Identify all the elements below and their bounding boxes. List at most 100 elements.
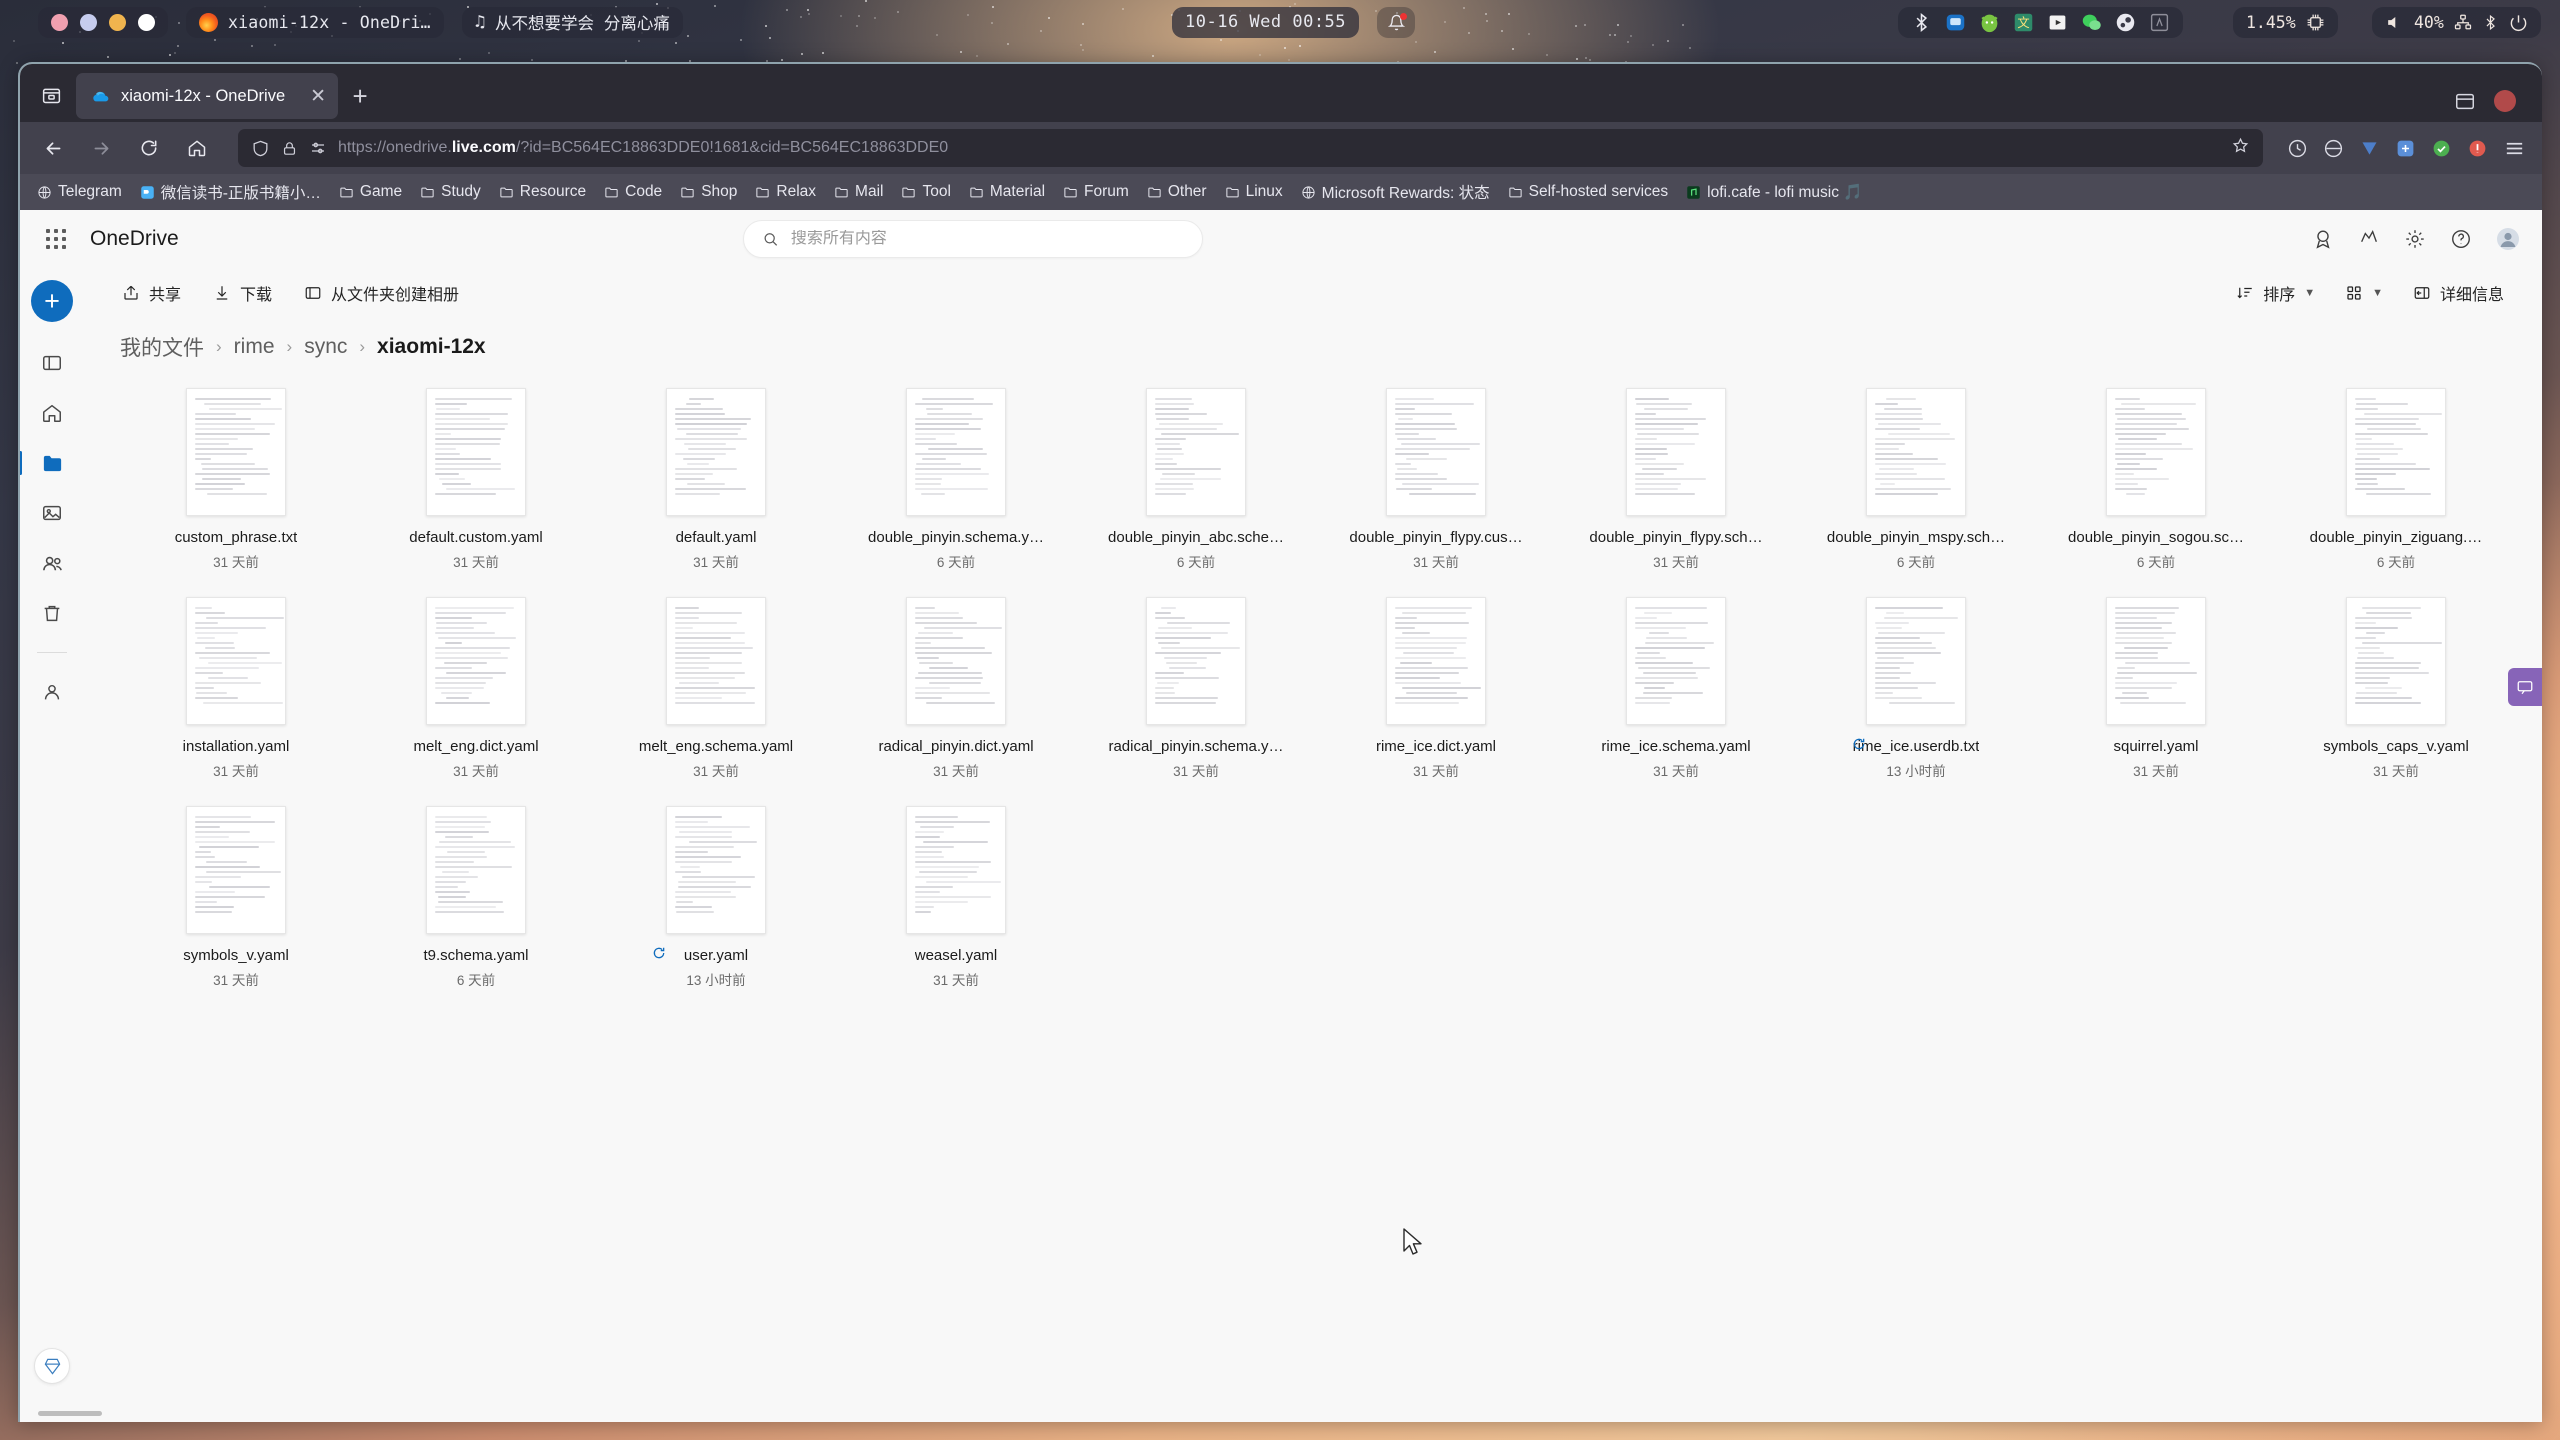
horizontal-scrollbar[interactable] xyxy=(38,1411,102,1416)
bookmark-star-button[interactable] xyxy=(2231,136,2250,160)
volume-icon[interactable] xyxy=(2385,13,2404,32)
new-item-button[interactable]: + xyxy=(31,280,73,322)
file-tile[interactable]: double_pinyin.schema.y… 6 天前 xyxy=(836,380,1076,581)
sidebar-item-people[interactable] xyxy=(31,675,73,709)
bookmark-item[interactable]: Tool xyxy=(894,180,957,204)
fcitx-cat-icon[interactable] xyxy=(1979,12,2000,33)
file-tile[interactable]: default.custom.yaml 31 天前 xyxy=(356,380,596,581)
onedrive-brand[interactable]: OneDrive xyxy=(90,227,179,251)
window-control-dots[interactable] xyxy=(51,13,155,31)
bookmark-item[interactable]: Material xyxy=(962,180,1052,204)
bookmark-item[interactable]: Study xyxy=(413,180,488,204)
breadcrumb-item[interactable]: rime xyxy=(234,335,275,359)
file-tile[interactable]: double_pinyin_sogou.sc… 6 天前 xyxy=(2036,380,2276,581)
sidebar-item-shared[interactable] xyxy=(31,546,73,580)
lock-icon[interactable] xyxy=(281,140,298,157)
new-tab-button[interactable]: + xyxy=(340,76,380,116)
sidebar-item-home[interactable] xyxy=(31,396,73,430)
shield-icon[interactable] xyxy=(251,139,270,158)
sidebar-item-my-files[interactable] xyxy=(20,446,73,480)
file-tile[interactable]: custom_phrase.txt 31 天前 xyxy=(116,380,356,581)
file-tile[interactable]: user.yaml 13 小时前 xyxy=(596,798,836,999)
storage-gem-button[interactable] xyxy=(34,1348,70,1384)
sidebar-item-recycle-bin[interactable] xyxy=(31,596,73,630)
bookmark-item[interactable]: Linux xyxy=(1218,180,1290,204)
file-tile[interactable]: t9.schema.yaml 6 天前 xyxy=(356,798,596,999)
app-launcher-button[interactable] xyxy=(42,225,70,253)
view-switch-button[interactable]: ▼ xyxy=(2333,277,2395,309)
sidebar-item-toggle-nav[interactable] xyxy=(31,346,73,380)
window-controls[interactable] xyxy=(38,6,168,38)
bluetooth-icon[interactable] xyxy=(1911,12,1932,33)
window-dot-2[interactable] xyxy=(109,13,126,31)
permissions-icon[interactable] xyxy=(309,139,327,157)
url-bar[interactable]: https://onedrive.live.com/?id=BC564EC188… xyxy=(238,129,2263,167)
cpu-usage-pill[interactable]: 1.45% xyxy=(2233,6,2338,38)
share-button[interactable]: 共享 xyxy=(110,274,193,312)
bluetooth-icon[interactable] xyxy=(2482,14,2499,31)
search-input[interactable] xyxy=(790,230,1185,248)
breadcrumb-item[interactable]: sync xyxy=(304,335,347,359)
browser-tab[interactable]: xiaomi-12x - OneDrive ✕ xyxy=(76,73,339,119)
account-avatar[interactable] xyxy=(2496,227,2520,251)
download-button[interactable]: 下载 xyxy=(201,274,284,312)
tray-apps-pill[interactable]: 文 xyxy=(1898,6,2183,38)
file-tile[interactable]: double_pinyin_flypy.cus… 31 天前 xyxy=(1316,380,1556,581)
active-window-pill[interactable]: xiaomi-12x - OneDri… xyxy=(186,6,444,38)
close-tab-button[interactable]: ✕ xyxy=(310,87,326,106)
archive-icon[interactable] xyxy=(2454,90,2476,112)
tray-icon-group[interactable]: 文 xyxy=(1911,12,2170,33)
bookmark-item[interactable]: Relax xyxy=(748,180,823,204)
file-tile[interactable]: double_pinyin_ziguang.… 6 天前 xyxy=(2276,380,2516,581)
clock-pill[interactable]: 10-16 Wed 00:55 xyxy=(1172,6,1360,38)
bookmark-item[interactable]: Shop xyxy=(673,180,744,204)
bookmark-item[interactable]: Forum xyxy=(1056,180,1136,204)
file-tile[interactable]: double_pinyin_flypy.sch… 31 天前 xyxy=(1556,380,1796,581)
file-tile[interactable]: default.yaml 31 天前 xyxy=(596,380,836,581)
extension-red-icon[interactable] xyxy=(2467,138,2488,159)
system-status-pill[interactable]: 40% xyxy=(2372,6,2541,38)
bookmark-item[interactable]: lofi.cafe - lofi music 🎵 xyxy=(1679,180,1869,205)
file-tile[interactable]: squirrel.yaml 31 天前 xyxy=(2036,589,2276,790)
create-album-button[interactable]: 从文件夹创建相册 xyxy=(292,274,471,312)
bookmark-item[interactable]: Self-hosted services xyxy=(1501,180,1676,204)
bookmark-item[interactable]: 微信读书-正版书籍小… xyxy=(133,178,328,206)
network-icon[interactable] xyxy=(2454,13,2472,31)
extension-green-icon[interactable] xyxy=(2431,138,2452,159)
file-tile[interactable]: double_pinyin_abc.sche… 6 天前 xyxy=(1076,380,1316,581)
app-icon[interactable] xyxy=(2149,12,2170,33)
file-tile[interactable]: symbols_caps_v.yaml 31 天前 xyxy=(2276,589,2516,790)
file-tile[interactable]: melt_eng.schema.yaml 31 天前 xyxy=(596,589,836,790)
back-button[interactable] xyxy=(36,131,70,165)
bookmark-item[interactable]: Resource xyxy=(492,180,593,204)
input-method-chinese-icon[interactable]: 文 xyxy=(2013,12,2034,33)
search-box[interactable] xyxy=(743,220,1204,258)
display-icon[interactable] xyxy=(1945,12,1966,33)
file-tile[interactable]: radical_pinyin.schema.y… 31 天前 xyxy=(1076,589,1316,790)
power-icon[interactable] xyxy=(2509,13,2528,32)
file-tile[interactable]: symbols_v.yaml 31 天前 xyxy=(116,798,356,999)
bookmark-item[interactable]: Mail xyxy=(827,180,890,204)
notifications-button[interactable] xyxy=(1377,6,1415,38)
media-player-icon[interactable] xyxy=(2047,12,2068,33)
file-tile[interactable]: installation.yaml 31 天前 xyxy=(116,589,356,790)
forward-button[interactable] xyxy=(84,131,118,165)
container-icon[interactable] xyxy=(2323,138,2344,159)
bookmark-item[interactable]: Other xyxy=(1140,180,1214,204)
file-tile[interactable]: rime_ice.schema.yaml 31 天前 xyxy=(1556,589,1796,790)
bookmark-item[interactable]: Code xyxy=(597,180,669,204)
home-button[interactable] xyxy=(180,131,214,165)
bookmark-item[interactable]: Microsoft Rewards: 状态 xyxy=(1294,178,1497,206)
steam-icon[interactable] xyxy=(2115,12,2136,33)
breadcrumb-item[interactable]: 我的文件 xyxy=(120,332,204,362)
file-tile[interactable]: melt_eng.dict.yaml 31 天前 xyxy=(356,589,596,790)
window-dot-1[interactable] xyxy=(80,13,97,31)
sort-button[interactable]: 排序 ▼ xyxy=(2224,274,2327,312)
settings-gear-icon[interactable] xyxy=(2404,228,2426,250)
avatar[interactable] xyxy=(2494,90,2516,112)
upgrade-icon[interactable] xyxy=(2358,228,2380,250)
extension-blue-icon[interactable] xyxy=(2395,138,2416,159)
music-pill[interactable]: ♫ 从不想要学会 分离心痛 xyxy=(461,6,683,38)
file-tile[interactable]: rime_ice.dict.yaml 31 天前 xyxy=(1316,589,1556,790)
details-button[interactable]: 详细信息 xyxy=(2401,274,2516,312)
